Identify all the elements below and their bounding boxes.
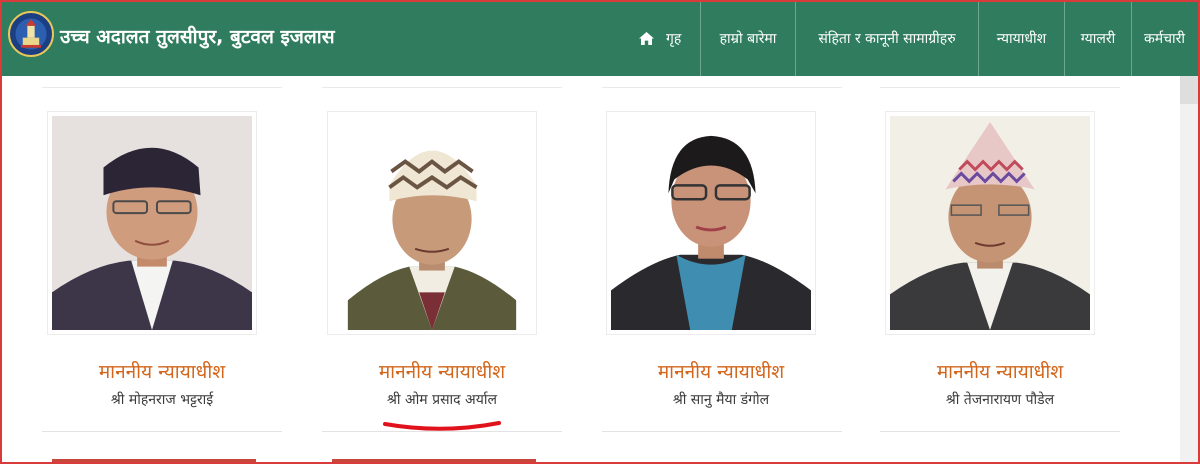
card-divider	[602, 431, 842, 432]
judge-title: माननीय न्यायाधीश	[657, 361, 785, 383]
scrollbar-track[interactable]	[1180, 76, 1200, 464]
judge-name: श्री ओम प्रसाद अर्याल	[386, 392, 497, 408]
card-divider	[42, 87, 282, 88]
card-divider	[42, 431, 282, 432]
next-row-photo[interactable]	[52, 459, 256, 464]
nav-item-home[interactable]: गृह	[628, 0, 700, 76]
court-emblem-icon[interactable]	[8, 11, 54, 57]
judge-name: श्री मोहनराज भट्टराई	[110, 392, 214, 408]
site-title[interactable]: उच्च अदालत तुलसीपुर, बुटवल इजलास	[60, 23, 335, 49]
nav-item-label: गृह	[666, 30, 682, 47]
main-navigation: गृह हाम्रो बारेमा संहिता र कानूनी सामाग्…	[628, 0, 1200, 76]
judge-name: श्री सानु मैया डंगोल	[672, 392, 770, 408]
nav-item-gallery[interactable]: ग्यालरी	[1064, 0, 1131, 76]
nav-item-about[interactable]: हाम्रो बारेमा	[700, 0, 795, 76]
site-header: उच्च अदालत तुलसीपुर, बुटवल इजलास गृह हाम…	[0, 0, 1200, 76]
card-divider	[602, 87, 842, 88]
judge-photo[interactable]	[47, 111, 257, 335]
card-divider	[880, 87, 1120, 88]
judge-photo[interactable]	[885, 111, 1095, 335]
nav-item-staff[interactable]: कर्मचारी	[1131, 0, 1200, 76]
judge-photo[interactable]	[606, 111, 816, 335]
judge-title: माननीय न्यायाधीश	[936, 361, 1064, 383]
card-divider	[322, 87, 562, 88]
card-divider	[322, 431, 562, 432]
judge-photo[interactable]	[327, 111, 537, 335]
scrollbar-thumb[interactable]	[1180, 76, 1200, 104]
next-row-photo[interactable]	[332, 459, 536, 464]
judge-title: माननीय न्यायाधीश	[98, 361, 226, 383]
home-icon	[639, 31, 654, 45]
nav-item-judges[interactable]: न्यायाधीश	[978, 0, 1064, 76]
nav-item-laws[interactable]: संहिता र कानूनी सामाग्रीहरु	[795, 0, 978, 76]
judge-title: माननीय न्यायाधीश	[378, 361, 506, 383]
card-divider	[880, 431, 1120, 432]
judge-name: श्री तेजनारायण पौडेल	[945, 392, 1055, 408]
